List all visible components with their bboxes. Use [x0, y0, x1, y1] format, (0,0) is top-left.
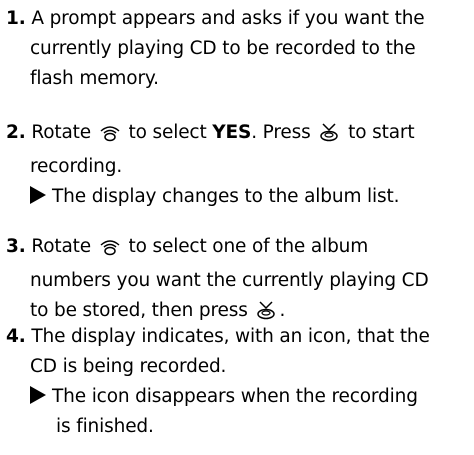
step-4: 4. The display indicates, with an icon, …	[6, 322, 472, 442]
step-1: 1. A prompt appears and asks if you want…	[6, 4, 472, 94]
step-number: 3.	[6, 236, 26, 257]
step-number: 1.	[6, 8, 26, 29]
step-number: 4.	[6, 326, 26, 347]
step-3-line-1: 3. Rotate to select one of the album	[6, 232, 472, 266]
step-2-line-1: 2. Rotate to select YES. Press to start	[6, 118, 472, 152]
step-3: 3. Rotate to select one of the album num…	[6, 232, 472, 330]
triangle-arrow-icon	[30, 186, 46, 204]
triangle-arrow-icon	[30, 386, 46, 404]
press-button-icon	[318, 122, 340, 152]
step-number: 2.	[6, 122, 26, 143]
step-2-note: The display changes to the album list.	[6, 182, 472, 212]
step-4-line-1: 4. The display indicates, with an icon, …	[6, 326, 430, 347]
step-1-line-1: 1. A prompt appears and asks if you want…	[6, 8, 425, 29]
yes-option: YES	[212, 122, 252, 143]
rotary-knob-icon	[99, 122, 121, 152]
rotary-knob-icon	[99, 236, 121, 266]
step-4-note: The icon disappears when the recording	[6, 382, 472, 412]
step-2: 2. Rotate to select YES. Press to start …	[6, 118, 472, 212]
